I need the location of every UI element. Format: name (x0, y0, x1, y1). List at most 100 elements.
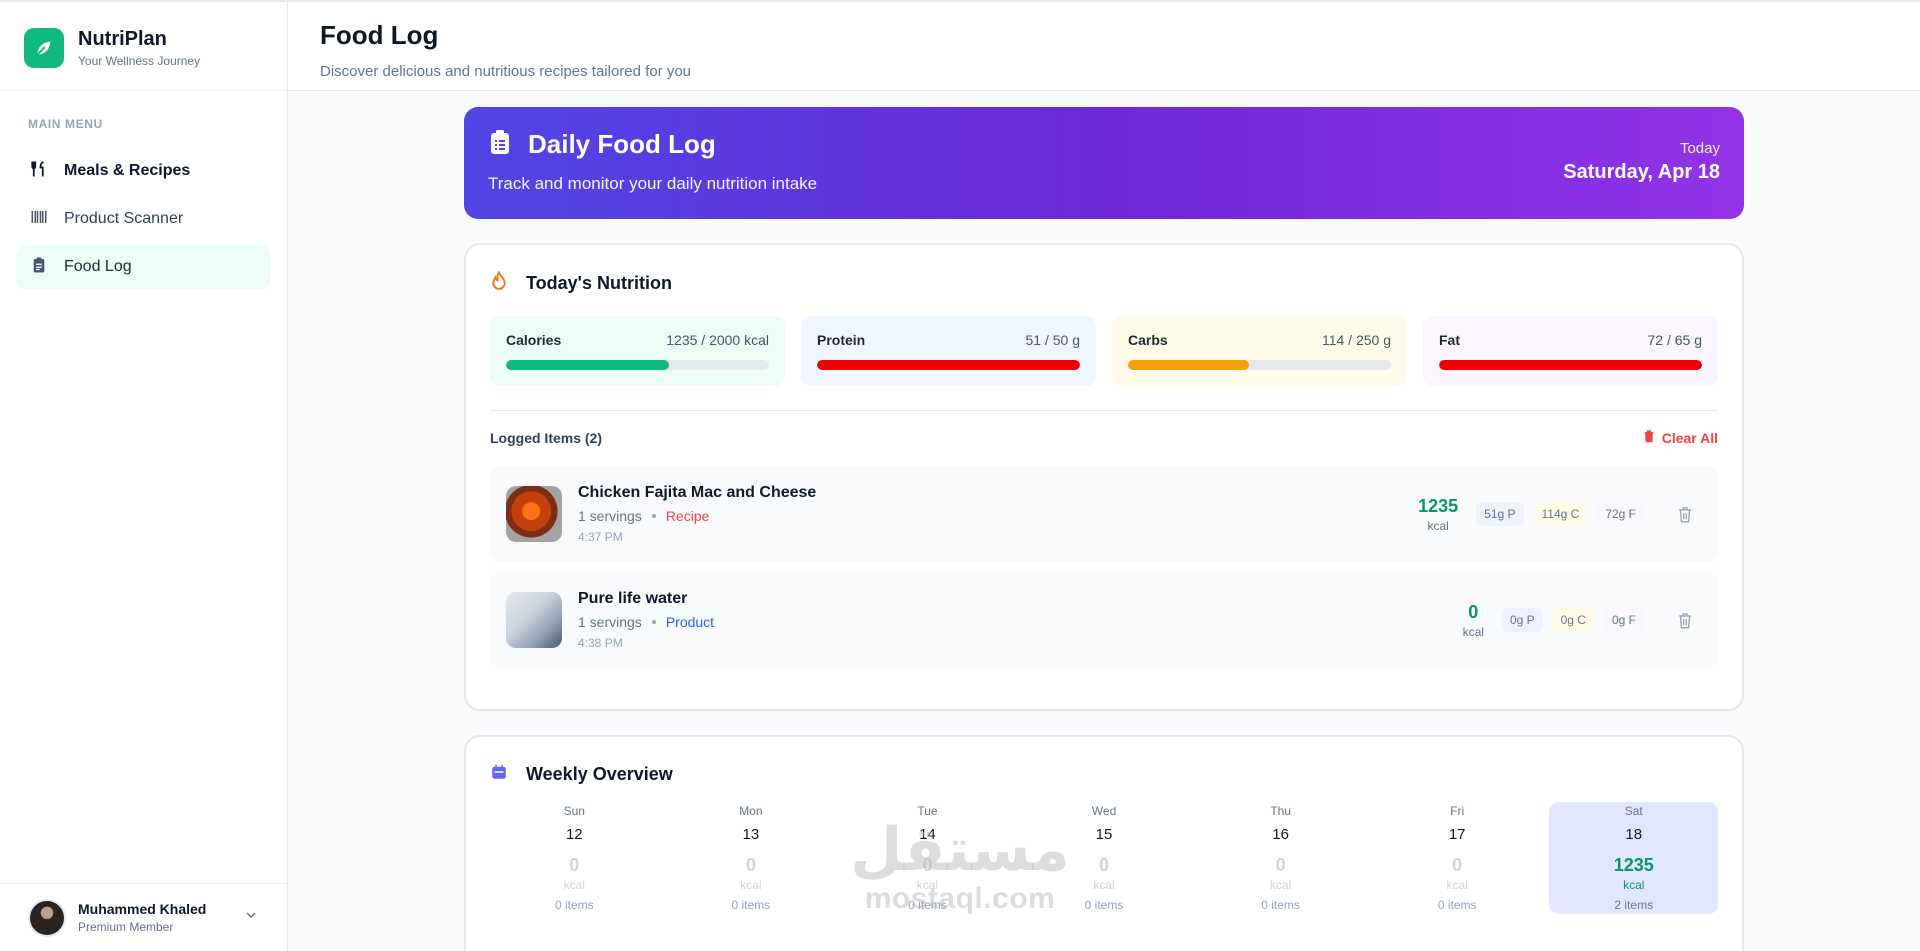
day-name: Wed (1091, 804, 1117, 818)
day-wed[interactable]: Wed 15 0 kcal 0 items (1020, 802, 1189, 914)
item-name: Chicken Fajita Mac and Cheese (578, 484, 817, 501)
day-sun[interactable]: Sun 12 0 kcal 0 items (490, 802, 659, 914)
brand[interactable]: NutriPlan Your Wellness Journey (0, 2, 287, 91)
day-items: 0 items (908, 898, 947, 912)
day-kcal-unit: kcal (1093, 878, 1115, 892)
day-tue[interactable]: Tue 14 0 kcal 0 items (843, 802, 1012, 914)
carbs-pill: 0g C (1552, 608, 1594, 632)
sidebar-item-food-log[interactable]: Food Log (16, 245, 271, 289)
day-name: Mon (739, 804, 763, 818)
day-sat[interactable]: Sat 18 1235 kcal 2 items (1549, 802, 1719, 914)
macro-value: 51 / 50 g (1025, 332, 1081, 348)
sidebar-item-product-scanner[interactable]: Product Scanner (16, 197, 271, 241)
delete-item-button[interactable] (1668, 603, 1702, 637)
progress-fill (506, 360, 670, 370)
page-header: Food Log Discover delicious and nutritio… (288, 0, 1920, 91)
fat-pill: 0g F (1603, 608, 1644, 632)
macro-carbs: Carbs 114 / 250 g (1112, 316, 1407, 386)
macro-name: Carbs (1128, 332, 1168, 348)
delete-item-button[interactable] (1668, 497, 1702, 531)
day-items: 0 items (554, 898, 594, 912)
macro-fat: Fat 72 / 65 g (1423, 316, 1718, 386)
page-subtitle: Discover delicious and nutritious recipe… (320, 63, 692, 80)
macro-value: 1235 / 2000 kcal (666, 332, 769, 348)
banner-day-label: Today (1679, 140, 1720, 157)
user-menu[interactable]: Muhammed Khaled Premium Member (0, 883, 287, 951)
macro-name: Calories (506, 332, 562, 348)
item-time: 4:38 PM (578, 636, 623, 650)
day-kcal-unit: kcal (740, 878, 762, 892)
day-kcal: 0 (569, 855, 580, 875)
sidebar-item-label: Food Log (64, 258, 132, 275)
day-fri[interactable]: Fri 17 0 kcal 0 items (1373, 802, 1542, 914)
progress-fill (817, 360, 1080, 370)
barcode-icon (30, 208, 48, 231)
nutrition-card: Today's Nutrition Calories 1235 / 2000 kc… (464, 243, 1744, 711)
separator-dot (651, 514, 656, 518)
day-kcal-unit: kcal (1623, 878, 1645, 892)
menu-heading: MAIN MENU (28, 117, 103, 131)
day-number: 14 (919, 826, 936, 843)
day-items: 0 items (1084, 898, 1124, 912)
day-thu[interactable]: Thu 16 0 kcal 0 items (1196, 802, 1365, 914)
day-kcal-unit: kcal (1446, 878, 1468, 892)
avatar (28, 898, 66, 937)
banner-date: Saturday, Apr 18 (1563, 161, 1720, 183)
item-type: Product (665, 614, 715, 630)
page-title: Food Log (320, 20, 439, 50)
sidebar: NutriPlan Your Wellness Journey MAIN MEN… (0, 0, 288, 951)
item-kcal: 0 (1468, 601, 1479, 622)
item-servings: 1 servings (578, 508, 642, 524)
sidebar-item-meals-recipes[interactable]: Meals & Recipes (16, 149, 271, 193)
chevron-down-icon[interactable] (243, 907, 259, 928)
separator-dot (651, 620, 656, 624)
flame-icon (490, 270, 508, 296)
progress-bar (1128, 360, 1391, 370)
macro-name: Fat (1439, 332, 1460, 348)
item-kcal-unit: kcal (1427, 518, 1449, 533)
banner-title: Daily Food Log (528, 129, 716, 159)
nutrition-title: Today's Nutrition (526, 273, 672, 293)
fat-pill: 72g F (1597, 502, 1644, 526)
clear-all-button[interactable]: Clear All (1642, 429, 1718, 446)
day-number: 12 (565, 826, 583, 843)
logged-items-title: Logged Items (2) (490, 429, 603, 446)
day-name: Tue (917, 804, 938, 818)
day-kcal-unit: kcal (1269, 878, 1292, 892)
day-kcal: 0 (922, 855, 933, 875)
day-number: 18 (1625, 826, 1643, 843)
list-item[interactable]: Chicken Fajita Mac and Cheese 1 servings… (490, 466, 1718, 562)
trash-icon (1642, 429, 1656, 446)
sidebar-item-label: Product Scanner (64, 210, 184, 227)
protein-pill: 0g P (1501, 608, 1543, 632)
day-items: 0 items (731, 898, 771, 912)
day-number: 17 (1448, 826, 1466, 843)
item-kcal-unit: kcal (1462, 624, 1484, 639)
clipboard-icon (30, 256, 48, 279)
product-thumbnail (506, 592, 562, 648)
protein-pill: 51g P (1476, 502, 1524, 526)
item-time: 4:37 PM (578, 530, 623, 544)
list-item[interactable]: Pure life water 1 servings Product 4:38 … (490, 572, 1718, 668)
item-kcal: 1235 (1418, 495, 1459, 516)
leaf-icon (24, 28, 64, 68)
weekly-overview-card: Weekly Overview Sun 12 0 kcal 0 items Mo… (464, 735, 1744, 951)
day-items: 0 items (1437, 898, 1477, 912)
day-kcal-unit: kcal (563, 878, 585, 892)
macro-protein: Protein 51 / 50 g (801, 316, 1096, 386)
day-kcal-unit: kcal (916, 878, 939, 892)
item-servings: 1 servings (578, 614, 642, 630)
weekly-title: Weekly Overview (526, 764, 673, 784)
day-kcal: 0 (1452, 855, 1463, 875)
day-items: 0 items (1261, 898, 1300, 912)
day-number: 15 (1095, 826, 1113, 843)
progress-fill (1439, 360, 1702, 370)
day-name: Sat (1624, 804, 1643, 818)
day-kcal: 1235 (1613, 855, 1654, 875)
carbs-pill: 114g C (1533, 502, 1588, 526)
day-mon[interactable]: Mon 13 0 kcal 0 items (667, 802, 836, 914)
day-number: 13 (742, 826, 760, 843)
item-type: Recipe (665, 508, 710, 524)
macro-value: 114 / 250 g (1321, 332, 1391, 348)
clipboard-icon (488, 129, 512, 160)
